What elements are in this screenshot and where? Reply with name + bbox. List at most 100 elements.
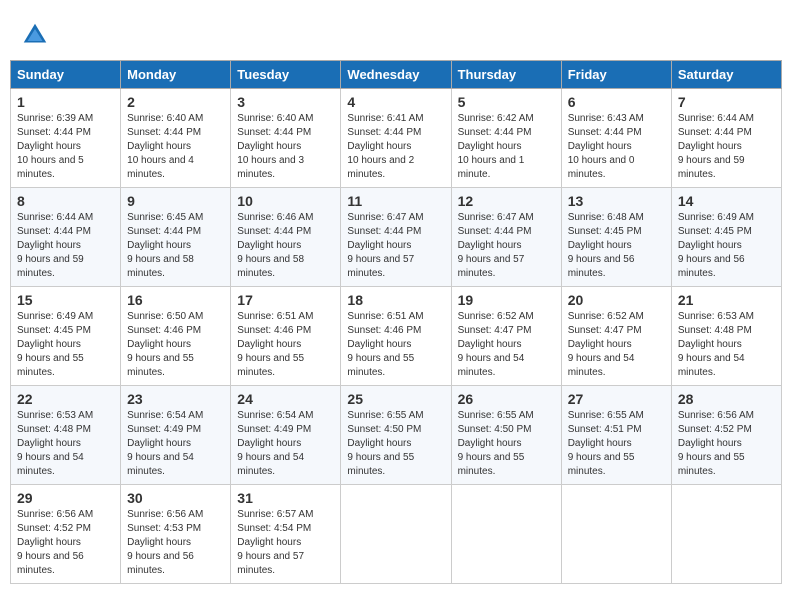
- day-info: Sunrise: 6:46 AMSunset: 4:44 PMDaylight …: [237, 211, 334, 281]
- day-info: Sunrise: 6:56 AMSunset: 4:52 PMDaylight …: [678, 409, 775, 479]
- day-number: 25: [347, 391, 444, 407]
- calendar-cell: 11Sunrise: 6:47 AMSunset: 4:44 PMDayligh…: [341, 188, 451, 287]
- day-number: 16: [127, 292, 224, 308]
- day-number: 27: [568, 391, 665, 407]
- day-info: Sunrise: 6:49 AMSunset: 4:45 PMDaylight …: [678, 211, 775, 281]
- day-info: Sunrise: 6:45 AMSunset: 4:44 PMDaylight …: [127, 211, 224, 281]
- day-number: 11: [347, 193, 444, 209]
- calendar-cell: 6 Sunrise: 6:43 AMSunset: 4:44 PMDaylight…: [561, 89, 671, 188]
- day-info: Sunrise: 6:47 AMSunset: 4:44 PMDaylight …: [458, 211, 555, 281]
- calendar-cell: 16 Sunrise: 6:50 AMSunset: 4:46 PMDayligh…: [121, 287, 231, 386]
- page-header: [10, 10, 782, 55]
- day-info: Sunrise: 6:53 AMSunset: 4:48 PMDaylight …: [678, 310, 775, 380]
- calendar-header-monday: Monday: [121, 61, 231, 89]
- day-number: 8: [17, 193, 114, 209]
- calendar-cell: 12 Sunrise: 6:47 AMSunset: 4:44 PMDayligh…: [451, 188, 561, 287]
- day-number: 14: [678, 193, 775, 209]
- day-info: Sunrise: 6:54 AMSunset: 4:49 PMDaylight …: [237, 409, 334, 479]
- day-number: 24: [237, 391, 334, 407]
- calendar-cell: 30 Sunrise: 6:56 AMSunset: 4:53 PMDayligh…: [121, 485, 231, 584]
- day-number: 17: [237, 292, 334, 308]
- day-number: 29: [17, 490, 114, 506]
- calendar-cell: 27 Sunrise: 6:55 AMSunset: 4:51 PMDayligh…: [561, 386, 671, 485]
- day-number: 5: [458, 94, 555, 110]
- calendar-cell: 24 Sunrise: 6:54 AMSunset: 4:49 PMDayligh…: [231, 386, 341, 485]
- day-info: Sunrise: 6:51 AMSunset: 4:46 PMDaylight …: [237, 310, 334, 380]
- day-number: 20: [568, 292, 665, 308]
- day-number: 12: [458, 193, 555, 209]
- day-info: Sunrise: 6:52 AMSunset: 4:47 PMDaylight …: [458, 310, 555, 380]
- calendar-cell: 20 Sunrise: 6:52 AMSunset: 4:47 PMDayligh…: [561, 287, 671, 386]
- day-info: Sunrise: 6:44 AMSunset: 4:44 PMDaylight …: [17, 211, 114, 281]
- calendar-cell: [451, 485, 561, 584]
- logo-icon: [20, 20, 50, 50]
- day-info: Sunrise: 6:48 AMSunset: 4:45 PMDaylight …: [568, 211, 665, 281]
- day-info: Sunrise: 6:53 AMSunset: 4:48 PMDaylight …: [17, 409, 114, 479]
- day-number: 31: [237, 490, 334, 506]
- calendar-cell: 19 Sunrise: 6:52 AMSunset: 4:47 PMDayligh…: [451, 287, 561, 386]
- day-info: Sunrise: 6:40 AMSunset: 4:44 PMDaylight …: [237, 112, 334, 182]
- calendar-cell: 21Sunrise: 6:53 AMSunset: 4:48 PMDayligh…: [671, 287, 781, 386]
- calendar-table: SundayMondayTuesdayWednesdayThursdayFrid…: [10, 60, 782, 584]
- day-info: Sunrise: 6:49 AMSunset: 4:45 PMDaylight …: [17, 310, 114, 380]
- calendar-header-tuesday: Tuesday: [231, 61, 341, 89]
- calendar-header-row: SundayMondayTuesdayWednesdayThursdayFrid…: [11, 61, 782, 89]
- day-info: Sunrise: 6:55 AMSunset: 4:50 PMDaylight …: [458, 409, 555, 479]
- calendar-cell: 8 Sunrise: 6:44 AMSunset: 4:44 PMDaylight…: [11, 188, 121, 287]
- day-number: 19: [458, 292, 555, 308]
- calendar-cell: 7 Sunrise: 6:44 AMSunset: 4:44 PMDaylight…: [671, 89, 781, 188]
- logo: [20, 20, 52, 50]
- day-number: 22: [17, 391, 114, 407]
- day-number: 6: [568, 94, 665, 110]
- calendar-cell: 28 Sunrise: 6:56 AMSunset: 4:52 PMDayligh…: [671, 386, 781, 485]
- calendar-cell: 13 Sunrise: 6:48 AMSunset: 4:45 PMDayligh…: [561, 188, 671, 287]
- calendar-header-friday: Friday: [561, 61, 671, 89]
- day-info: Sunrise: 6:52 AMSunset: 4:47 PMDaylight …: [568, 310, 665, 380]
- calendar-cell: 31 Sunrise: 6:57 AMSunset: 4:54 PMDayligh…: [231, 485, 341, 584]
- calendar-cell: 14 Sunrise: 6:49 AMSunset: 4:45 PMDayligh…: [671, 188, 781, 287]
- calendar-header-wednesday: Wednesday: [341, 61, 451, 89]
- calendar-cell: 5 Sunrise: 6:42 AMSunset: 4:44 PMDaylight…: [451, 89, 561, 188]
- day-info: Sunrise: 6:56 AMSunset: 4:53 PMDaylight …: [127, 508, 224, 578]
- calendar-week-row: 8 Sunrise: 6:44 AMSunset: 4:44 PMDaylight…: [11, 188, 782, 287]
- day-number: 3: [237, 94, 334, 110]
- day-number: 9: [127, 193, 224, 209]
- calendar-cell: 22 Sunrise: 6:53 AMSunset: 4:48 PMDayligh…: [11, 386, 121, 485]
- calendar-cell: [671, 485, 781, 584]
- day-number: 7: [678, 94, 775, 110]
- day-info: Sunrise: 6:50 AMSunset: 4:46 PMDaylight …: [127, 310, 224, 380]
- day-info: Sunrise: 6:51 AMSunset: 4:46 PMDaylight …: [347, 310, 444, 380]
- calendar-cell: 4Sunrise: 6:41 AMSunset: 4:44 PMDaylight…: [341, 89, 451, 188]
- calendar-cell: 26 Sunrise: 6:55 AMSunset: 4:50 PMDayligh…: [451, 386, 561, 485]
- calendar-cell: 10 Sunrise: 6:46 AMSunset: 4:44 PMDayligh…: [231, 188, 341, 287]
- day-info: Sunrise: 6:54 AMSunset: 4:49 PMDaylight …: [127, 409, 224, 479]
- calendar-week-row: 15 Sunrise: 6:49 AMSunset: 4:45 PMDayligh…: [11, 287, 782, 386]
- day-info: Sunrise: 6:44 AMSunset: 4:44 PMDaylight …: [678, 112, 775, 182]
- day-number: 28: [678, 391, 775, 407]
- day-number: 4: [347, 94, 444, 110]
- calendar-cell: 17 Sunrise: 6:51 AMSunset: 4:46 PMDayligh…: [231, 287, 341, 386]
- calendar-cell: 3 Sunrise: 6:40 AMSunset: 4:44 PMDaylight…: [231, 89, 341, 188]
- day-info: Sunrise: 6:55 AMSunset: 4:51 PMDaylight …: [568, 409, 665, 479]
- day-number: 13: [568, 193, 665, 209]
- calendar-cell: 2Sunrise: 6:40 AMSunset: 4:44 PMDaylight…: [121, 89, 231, 188]
- day-number: 18: [347, 292, 444, 308]
- calendar-cell: 23Sunrise: 6:54 AMSunset: 4:49 PMDayligh…: [121, 386, 231, 485]
- calendar-header-thursday: Thursday: [451, 61, 561, 89]
- calendar-header-sunday: Sunday: [11, 61, 121, 89]
- day-number: 26: [458, 391, 555, 407]
- calendar-cell: 1Sunrise: 6:39 AMSunset: 4:44 PMDaylight…: [11, 89, 121, 188]
- day-number: 15: [17, 292, 114, 308]
- calendar-cell: 18 Sunrise: 6:51 AMSunset: 4:46 PMDayligh…: [341, 287, 451, 386]
- calendar-cell: 25 Sunrise: 6:55 AMSunset: 4:50 PMDayligh…: [341, 386, 451, 485]
- day-info: Sunrise: 6:57 AMSunset: 4:54 PMDaylight …: [237, 508, 334, 578]
- day-info: Sunrise: 6:39 AMSunset: 4:44 PMDaylight …: [17, 112, 114, 182]
- day-number: 30: [127, 490, 224, 506]
- day-info: Sunrise: 6:55 AMSunset: 4:50 PMDaylight …: [347, 409, 444, 479]
- day-info: Sunrise: 6:40 AMSunset: 4:44 PMDaylight …: [127, 112, 224, 182]
- day-number: 10: [237, 193, 334, 209]
- day-info: Sunrise: 6:42 AMSunset: 4:44 PMDaylight …: [458, 112, 555, 182]
- day-info: Sunrise: 6:43 AMSunset: 4:44 PMDaylight …: [568, 112, 665, 182]
- calendar-cell: [341, 485, 451, 584]
- calendar-cell: [561, 485, 671, 584]
